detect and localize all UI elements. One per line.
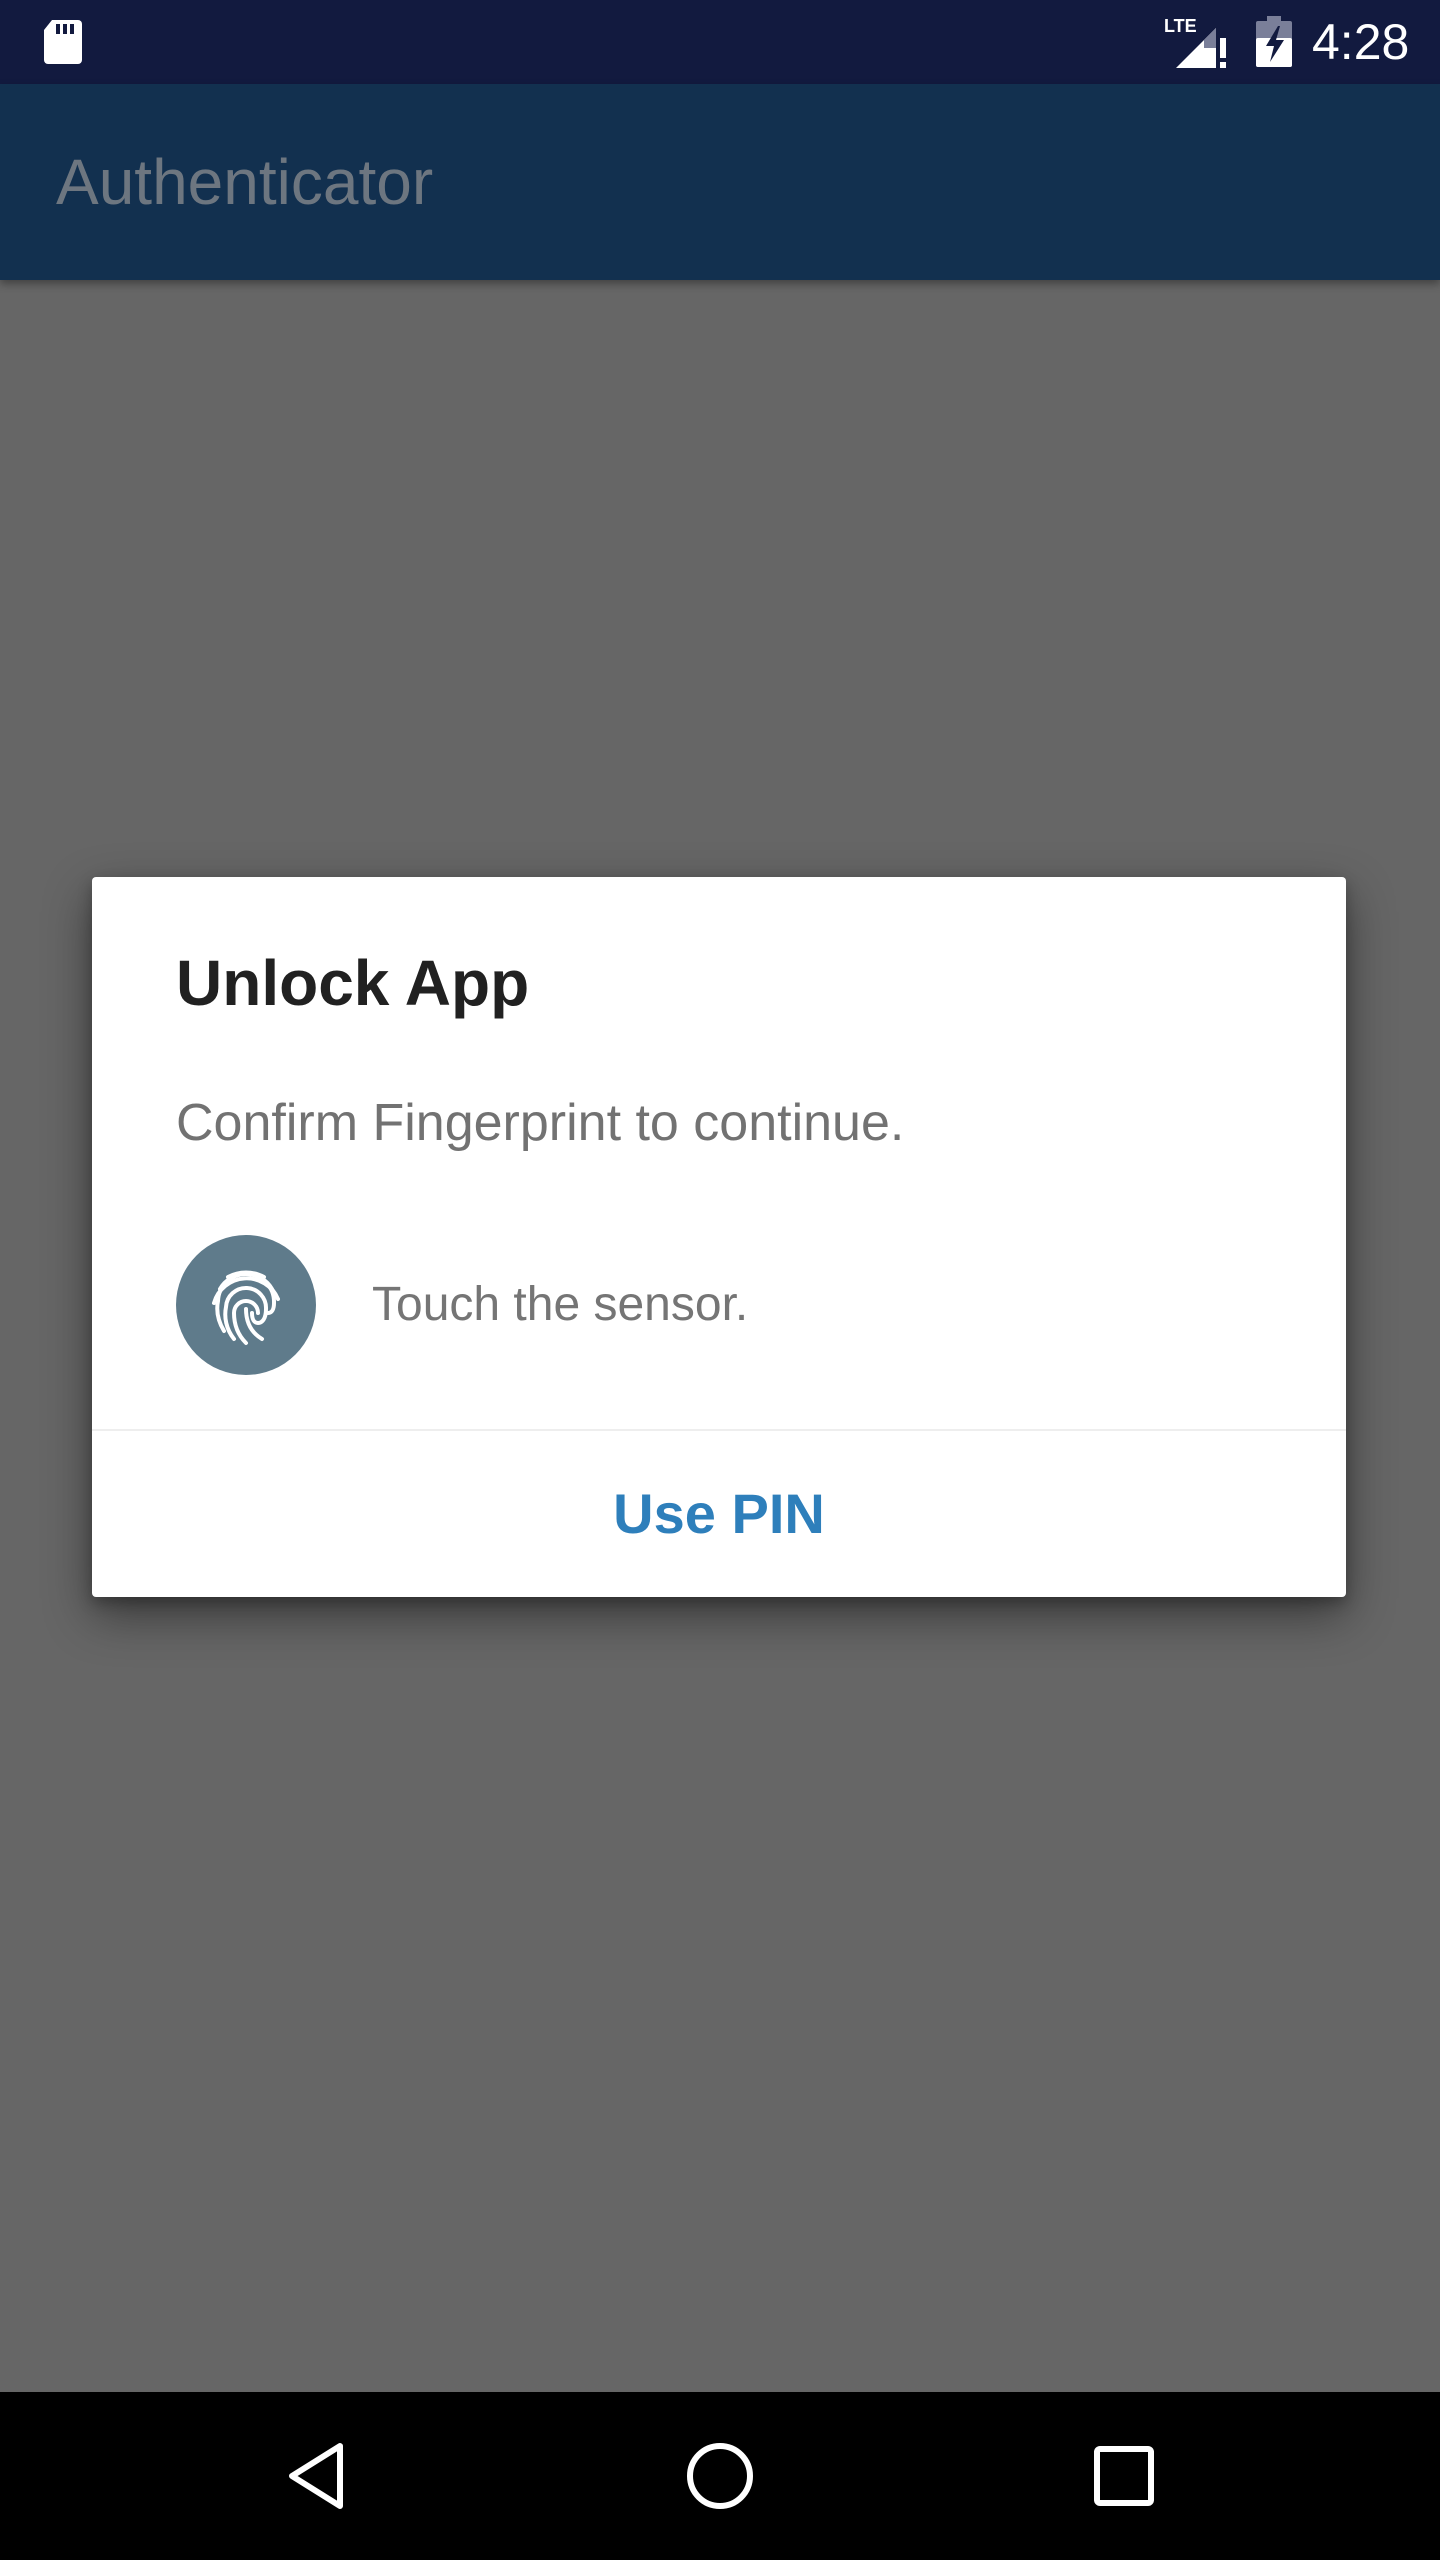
dialog-title: Unlock App (176, 947, 530, 1019)
unlock-dialog: Unlock App Confirm Fingerprint to contin… (92, 877, 1346, 1597)
back-icon (289, 2443, 343, 2509)
dialog-message: Confirm Fingerprint to continue. (176, 1094, 905, 1152)
sensor-hint: Touch the sensor. (372, 1278, 749, 1331)
home-icon (687, 2443, 753, 2509)
sd-card-icon (44, 20, 82, 64)
status-time: 4:28 (1312, 14, 1410, 70)
app-bar: Authenticator (0, 84, 1440, 280)
use-pin-button[interactable]: Use PIN (92, 1431, 1346, 1597)
lte-signal-icon: LTE (1164, 16, 1226, 68)
app-title: Authenticator (56, 146, 434, 218)
lte-label: LTE (1164, 16, 1197, 36)
navigation-bar (0, 2392, 1440, 2560)
recents-icon (1094, 2446, 1154, 2506)
home-button[interactable] (630, 2392, 810, 2560)
status-bar: LTE 4:28 (0, 0, 1440, 84)
recents-button[interactable] (1034, 2392, 1214, 2560)
back-button[interactable] (226, 2392, 406, 2560)
fingerprint-icon (176, 1235, 316, 1375)
battery-charging-icon (1256, 16, 1292, 67)
